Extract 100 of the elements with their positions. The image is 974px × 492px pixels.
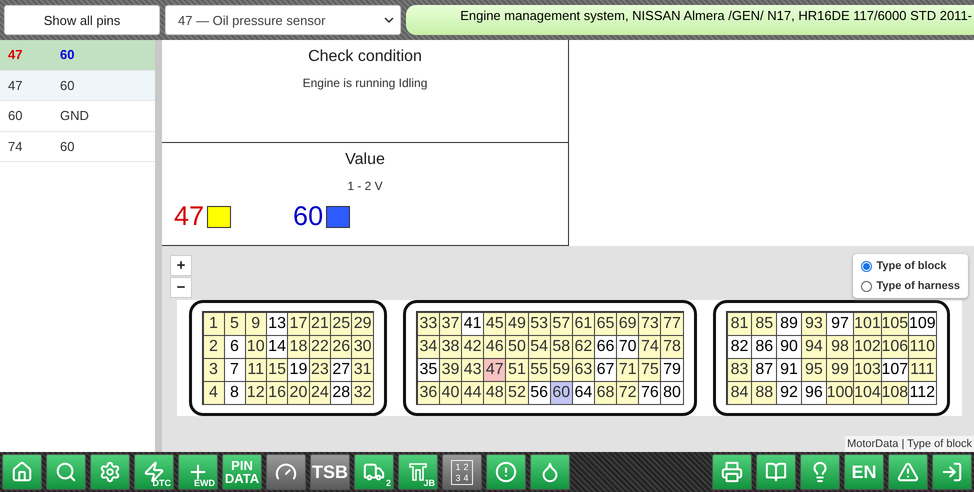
probe-pin-number: 60 bbox=[293, 201, 324, 232]
pin-cell[interactable]: 84 bbox=[726, 380, 752, 404]
pin-cell[interactable]: 53 bbox=[528, 312, 551, 336]
pin-cell[interactable]: 69 bbox=[616, 312, 640, 336]
pin-cell[interactable]: 5 bbox=[224, 312, 246, 336]
toolbar-button[interactable] bbox=[712, 454, 752, 490]
pin-cell[interactable]: 3 bbox=[202, 358, 224, 382]
pin-cell[interactable]: 36 bbox=[416, 380, 440, 404]
pin-cell[interactable]: 35 bbox=[416, 358, 440, 382]
pin-cell[interactable]: 31 bbox=[351, 358, 374, 382]
pin-cell[interactable]: 12 bbox=[244, 380, 267, 404]
pin-cell[interactable]: 78 bbox=[660, 334, 684, 358]
pin-cell[interactable]: 81 bbox=[726, 312, 752, 336]
pin-cell[interactable]: 46 bbox=[483, 334, 506, 358]
pin-cell[interactable]: 1 bbox=[202, 312, 224, 336]
pin-cell[interactable]: 29 bbox=[351, 312, 374, 336]
pin-cell[interactable]: 47 bbox=[483, 358, 506, 382]
pin-cell[interactable]: 54 bbox=[528, 334, 551, 358]
pin-cell[interactable]: 2 bbox=[202, 334, 224, 358]
pin-cell[interactable]: 94 bbox=[800, 334, 827, 358]
pin-cell[interactable]: 58 bbox=[550, 334, 573, 358]
pin-cell[interactable]: 73 bbox=[638, 312, 662, 336]
pin-cell[interactable]: 55 bbox=[528, 358, 551, 382]
pin-cell[interactable]: 4 bbox=[202, 380, 224, 404]
toolbar-button[interactable] bbox=[90, 454, 130, 490]
pin-cell[interactable]: 112 bbox=[908, 380, 936, 404]
pin-cell[interactable]: 52 bbox=[505, 380, 529, 404]
toolbar-button[interactable]: JB bbox=[398, 454, 438, 490]
toolbar-button[interactable] bbox=[2, 454, 42, 490]
pin-cell[interactable]: 34 bbox=[416, 334, 440, 358]
pin-cell[interactable]: 17 bbox=[287, 312, 310, 336]
pin-cell[interactable]: 50 bbox=[505, 334, 529, 358]
pin-cell[interactable]: 44 bbox=[461, 380, 484, 404]
zoom-button[interactable]: + bbox=[170, 255, 192, 276]
pin-cell[interactable]: 93 bbox=[800, 312, 827, 336]
toolbar-button[interactable] bbox=[46, 454, 86, 490]
pin-cell[interactable]: 11 bbox=[244, 358, 267, 382]
pin-cell[interactable]: 77 bbox=[660, 312, 684, 336]
pin-cell[interactable]: 49 bbox=[505, 312, 529, 336]
pin-cell[interactable]: 10 bbox=[244, 334, 267, 358]
truck-icon bbox=[363, 461, 385, 483]
pin-cell[interactable]: 104 bbox=[853, 380, 882, 404]
pin-cell[interactable]: 37 bbox=[438, 312, 462, 336]
pin-select[interactable]: 47 — Oil pressure sensor bbox=[165, 5, 401, 35]
pin-cell[interactable]: 30 bbox=[351, 334, 374, 358]
pin-pair-row[interactable]: 47 60 bbox=[0, 70, 155, 101]
pin-cell[interactable]: 88 bbox=[751, 380, 778, 404]
pin-cell[interactable]: 111 bbox=[908, 358, 936, 382]
pin-cell[interactable]: 74 bbox=[638, 334, 662, 358]
pin-cell[interactable]: 61 bbox=[572, 312, 595, 336]
pin-cell[interactable]: 63 bbox=[572, 358, 595, 382]
view-option-radio[interactable]: Type of harness bbox=[861, 280, 960, 292]
pin-cell[interactable]: 60 bbox=[550, 380, 573, 404]
pin-cell[interactable]: 105 bbox=[880, 312, 910, 336]
pin-cell[interactable]: 33 bbox=[416, 312, 440, 336]
toolbar-button[interactable] bbox=[800, 454, 840, 490]
alert-circle-icon bbox=[495, 461, 517, 483]
pin-cell[interactable]: 72 bbox=[616, 380, 640, 404]
view-option-radio[interactable]: Type of block bbox=[861, 260, 960, 272]
pin-cell[interactable]: 95 bbox=[800, 358, 827, 382]
pin-cell[interactable]: 103 bbox=[853, 358, 882, 382]
pin-pair-row[interactable]: 74 60 bbox=[0, 132, 155, 162]
pin-cell[interactable]: 18 bbox=[287, 334, 310, 358]
toolbar-button[interactable] bbox=[888, 454, 928, 490]
footer-caption: MotorData | Type of block bbox=[845, 436, 974, 452]
pin-cell[interactable]: 83 bbox=[726, 358, 752, 382]
pin-cell[interactable]: 110 bbox=[908, 334, 936, 358]
toolbar-button[interactable] bbox=[486, 454, 526, 490]
toolbar-button[interactable] bbox=[530, 454, 570, 490]
pin-pair-row[interactable]: 47 60 bbox=[0, 40, 155, 70]
pin-cell[interactable]: 57 bbox=[550, 312, 573, 336]
exit-icon bbox=[941, 461, 963, 483]
pin-cell[interactable]: 65 bbox=[594, 312, 618, 336]
toolbar-button[interactable] bbox=[932, 454, 972, 490]
pin-cell[interactable]: 20 bbox=[287, 380, 310, 404]
pin-cell[interactable]: 71 bbox=[616, 358, 640, 382]
pin-cell[interactable]: 42 bbox=[461, 334, 484, 358]
pin-cell[interactable]: 80 bbox=[660, 380, 684, 404]
zoom-button[interactable]: − bbox=[170, 277, 192, 298]
pin-cell[interactable]: 32 bbox=[351, 380, 374, 404]
pin-cell[interactable]: 62 bbox=[572, 334, 595, 358]
pin-cell[interactable]: 26 bbox=[330, 334, 352, 358]
pin-cell[interactable]: 43 bbox=[461, 358, 484, 382]
pin-cell[interactable]: 109 bbox=[908, 312, 936, 336]
pin-cell[interactable]: 45 bbox=[483, 312, 506, 336]
pin-cell[interactable]: 75 bbox=[638, 358, 662, 382]
pin-cell[interactable]: 9 bbox=[244, 312, 267, 336]
pin-number: 60 bbox=[60, 47, 76, 62]
pin-cell[interactable]: 102 bbox=[853, 334, 882, 358]
pin-cell[interactable]: 85 bbox=[751, 312, 778, 336]
pin-cell[interactable]: 21 bbox=[308, 312, 332, 336]
toolbar-button[interactable] bbox=[756, 454, 796, 490]
pin-cell[interactable]: 25 bbox=[330, 312, 352, 336]
button-text: 2 bbox=[386, 478, 391, 488]
pin-cell[interactable]: 51 bbox=[505, 358, 529, 382]
pin-cell[interactable]: 48 bbox=[483, 380, 506, 404]
show-all-pins-button[interactable]: Show all pins bbox=[4, 5, 160, 35]
toolbar-button[interactable]: 2 bbox=[354, 454, 394, 490]
pin-cell[interactable]: 101 bbox=[853, 312, 882, 336]
pin-cell[interactable]: 59 bbox=[550, 358, 573, 382]
